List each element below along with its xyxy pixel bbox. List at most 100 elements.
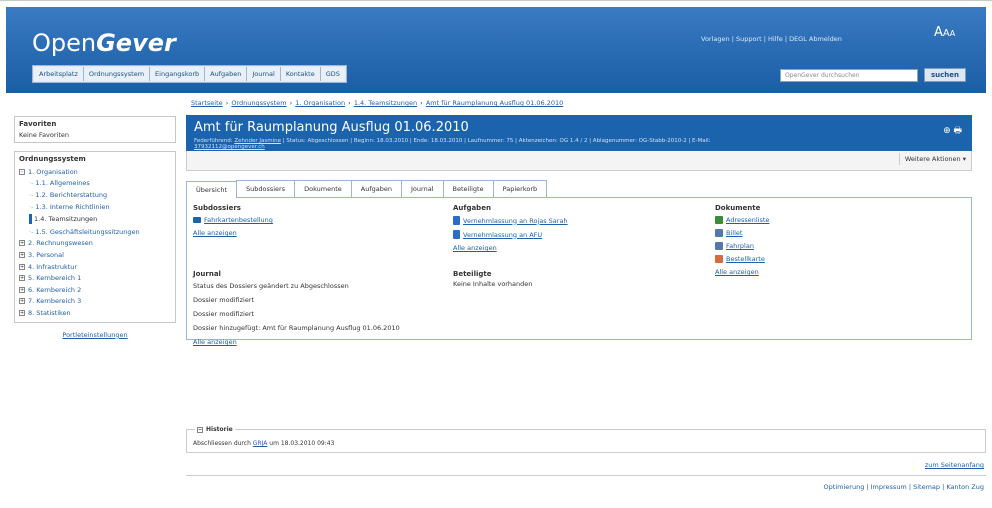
search-input[interactable]: OpenGever durchsuchen bbox=[780, 69, 918, 82]
breadcrumb-separator: › bbox=[418, 99, 425, 107]
document-icon bbox=[715, 229, 723, 237]
beteiligte-empty: Keine Inhalte vorhanden bbox=[453, 280, 533, 288]
overview-panel: Subdossiers Fahrkartenbestellung Alle an… bbox=[186, 198, 972, 346]
journal-more-link[interactable]: Alle anzeigen bbox=[193, 338, 400, 346]
back-to-top-link[interactable]: zum Seitenanfang bbox=[925, 461, 984, 469]
top-links[interactable]: Vorlagen | Support | Hilfe | DEGL Abmeld… bbox=[701, 35, 842, 43]
list-item: Dossier hinzugefügt: Amt für Raumplanung… bbox=[193, 324, 400, 332]
tree-item-label: 1.2. Berichterstattung bbox=[35, 190, 108, 199]
collapse-icon[interactable]: − bbox=[197, 426, 203, 433]
expand-icon[interactable]: + bbox=[19, 298, 25, 305]
tree-item[interactable]: +7. Kernbereich 3 bbox=[19, 296, 171, 308]
expand-icon[interactable]: + bbox=[19, 240, 25, 247]
font-size-switcher[interactable]: AAA bbox=[934, 25, 955, 40]
tab-1[interactable]: Subdossiers bbox=[236, 180, 296, 197]
breadcrumb-item[interactable]: 1. Organisation bbox=[295, 99, 345, 107]
tree-item[interactable]: +2. Rechnungswesen bbox=[19, 238, 171, 250]
history-toggle[interactable]: − Historie bbox=[195, 426, 235, 433]
breadcrumb-separator: › bbox=[287, 99, 295, 107]
beteiligte-title: Beteiligte bbox=[453, 270, 492, 278]
tab-2[interactable]: Dokumente bbox=[294, 180, 352, 197]
tree-item-label: 4. Infrastruktur bbox=[28, 262, 78, 271]
tree-item[interactable]: +4. Infrastruktur bbox=[19, 261, 171, 273]
tab-6[interactable]: Papierkorb bbox=[492, 180, 548, 197]
main-content: Amt für Raumplanung Ausflug 01.06.2010 F… bbox=[186, 115, 972, 346]
list-item[interactable]: Vernehmlassung an Rojas Sarah bbox=[453, 216, 703, 225]
search-button[interactable]: suchen bbox=[924, 68, 966, 82]
nav-tab-eingangskorb[interactable]: Eingangskorb bbox=[150, 67, 206, 81]
header: OpenGever Vorlagen | Support | Hilfe | D… bbox=[6, 7, 986, 93]
tree-item[interactable]: 1.4. Teamsitzungen bbox=[19, 212, 171, 226]
tree-item-label: 1.5. Geschäftsleitungssitzungen bbox=[35, 227, 140, 236]
portlet-settings-link[interactable]: Portleteinstellungen bbox=[14, 331, 176, 339]
more-actions-button[interactable]: Weitere Aktionen ▾ bbox=[898, 153, 971, 165]
expand-icon[interactable]: + bbox=[19, 286, 25, 293]
ordnungssystem-tree: -1. Organisation ·- 1.1. Allgemeines ·- 1.2.… bbox=[19, 166, 171, 319]
tab-4[interactable]: Journal bbox=[401, 180, 444, 197]
document-icon bbox=[715, 242, 723, 250]
tree-item-label: 1.1. Allgemeines bbox=[35, 179, 90, 188]
tab-0[interactable]: Übersicht bbox=[186, 181, 237, 198]
tree-item[interactable]: -1. Organisation bbox=[19, 166, 171, 178]
dokumente-more-link[interactable]: Alle anzeigen bbox=[715, 268, 965, 276]
tree-item[interactable]: ·- 1.2. Berichterstattung bbox=[19, 189, 171, 201]
history-user-link[interactable]: GRJA bbox=[253, 440, 268, 447]
list-item[interactable]: Adressenliste bbox=[715, 216, 965, 224]
tab-5[interactable]: Beteiligte bbox=[442, 180, 494, 197]
tree-item[interactable]: +8. Statistiken bbox=[19, 307, 171, 319]
journal-section: Journal Status des Dossiers geändert zu … bbox=[193, 270, 400, 352]
ordnungssystem-title: Ordnungssystem bbox=[19, 155, 86, 163]
ordnungssystem-portlet: Ordnungssystem -1. Organisation ·- 1.1. Al… bbox=[14, 151, 176, 323]
list-item[interactable]: Bestellkarte bbox=[715, 255, 965, 263]
list-item[interactable]: Vernehmlassung an AFU bbox=[453, 230, 703, 239]
dokumente-title: Dokumente bbox=[715, 204, 761, 212]
app-window: OpenGever Vorlagen | Support | Hilfe | D… bbox=[0, 0, 992, 508]
print-icon[interactable]: 🖶 bbox=[954, 126, 963, 136]
expand-icon[interactable]: + bbox=[19, 275, 25, 282]
aufgaben-more-link[interactable]: Alle anzeigen bbox=[453, 244, 703, 252]
nav-tab-arbeitsplatz[interactable]: Arbeitsplatz bbox=[34, 67, 84, 81]
collapse-icon[interactable]: - bbox=[19, 168, 25, 175]
breadcrumb-item[interactable]: 1.4. Teamsitzungen bbox=[354, 99, 417, 107]
tree-line: ·- bbox=[29, 179, 34, 188]
folder-icon bbox=[193, 217, 201, 223]
tree-item[interactable]: ·- 1.1. Allgemeines bbox=[19, 178, 171, 190]
tree-item[interactable]: ·- 1.5. Geschäftsleitungssitzungen bbox=[19, 226, 171, 238]
aufgaben-section: Aufgaben Vernehmlassung an Rojas Sarah V… bbox=[453, 204, 703, 257]
expand-icon[interactable]: + bbox=[19, 251, 25, 258]
tab-3[interactable]: Aufgaben bbox=[350, 180, 403, 197]
list-item[interactable]: Fahrplan bbox=[715, 242, 965, 250]
tree-item[interactable]: +6. Kernbereich 2 bbox=[19, 284, 171, 296]
email-link[interactable]: 37932112@opengever.ch bbox=[194, 144, 964, 150]
breadcrumb: Startseite › Ordnungssystem › 1. Organis… bbox=[190, 99, 564, 107]
rss-icon[interactable]: ⊕ bbox=[943, 126, 951, 136]
footer-links[interactable]: Optimierung | Impressum | Sitemap | Kant… bbox=[824, 483, 984, 491]
tree-item-label: 5. Kernbereich 1 bbox=[28, 274, 82, 283]
expand-icon[interactable]: + bbox=[19, 309, 25, 316]
breadcrumb-item[interactable]: Ordnungssystem bbox=[231, 99, 286, 107]
list-item[interactable]: Fahrkartenbestellung bbox=[193, 216, 443, 224]
breadcrumb-item[interactable]: Amt für Raumplanung Ausflug 01.06.2010 bbox=[426, 99, 563, 107]
tree-line: ·- bbox=[29, 190, 34, 199]
pdf-icon bbox=[715, 255, 723, 263]
breadcrumb-item[interactable]: Startseite bbox=[191, 99, 223, 107]
nav-tab-gds[interactable]: GDS bbox=[320, 67, 345, 81]
list-item[interactable]: Billet bbox=[715, 229, 965, 237]
footer-divider bbox=[186, 475, 986, 476]
tree-item[interactable]: +3. Personal bbox=[19, 249, 171, 261]
tree-line: ·- bbox=[29, 202, 34, 211]
favorites-empty: Keine Favoriten bbox=[19, 131, 70, 139]
expand-icon[interactable]: + bbox=[19, 263, 25, 270]
tabs: Übersicht Subdossiers Dokumente Aufgaben Jou… bbox=[186, 180, 972, 198]
subdossiers-more-link[interactable]: Alle anzeigen bbox=[193, 229, 443, 237]
logo[interactable]: OpenGever bbox=[32, 29, 176, 57]
nav-tab-aufgaben[interactable]: Aufgaben bbox=[205, 67, 248, 81]
tree-item-label: 1.4. Teamsitzungen bbox=[34, 215, 98, 224]
nav-tab-kontakte[interactable]: Kontakte bbox=[280, 67, 321, 81]
list-item: Dossier modifiziert bbox=[193, 296, 255, 304]
nav-tab-ordnungssystem[interactable]: Ordnungssystem bbox=[83, 67, 151, 81]
tree-item[interactable]: ·- 1.3. Interne Richtlinien bbox=[19, 201, 171, 213]
nav-tab-journal[interactable]: Journal bbox=[247, 67, 281, 81]
journal-title: Journal bbox=[193, 270, 221, 278]
tree-item[interactable]: +5. Kernbereich 1 bbox=[19, 272, 171, 284]
